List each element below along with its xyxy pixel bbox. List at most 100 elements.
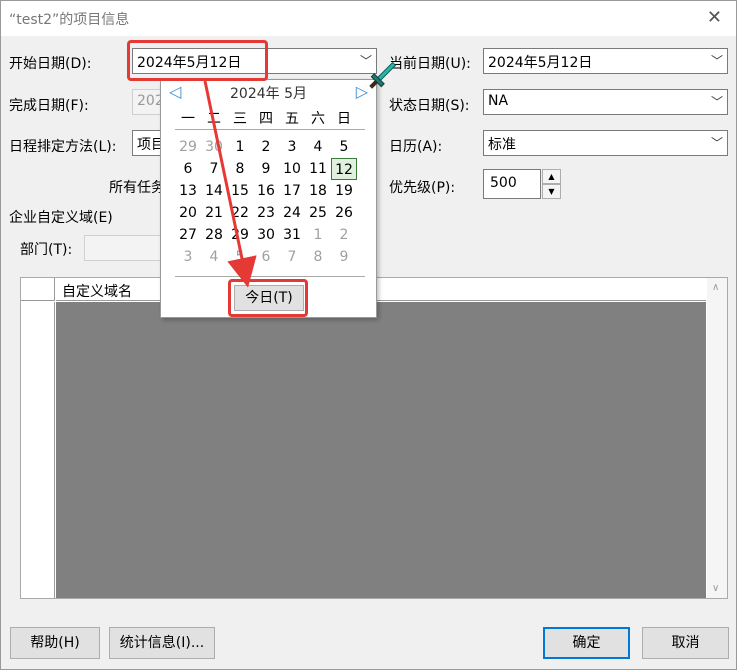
custom-fields-grid: 自定义域名 ∧ ∨	[20, 277, 728, 599]
calendar-day[interactable]: 30	[253, 224, 279, 246]
dept-input[interactable]	[84, 235, 164, 261]
calendar-day[interactable]: 21	[201, 202, 227, 224]
status-date-label: 状态日期(S):	[389, 98, 470, 114]
window-title: “test2”的项目信息	[9, 12, 130, 28]
current-date-combo[interactable]: 2024年5月12日 ﹀	[483, 48, 728, 74]
calendar-day-grid: 29 30 1 2 3 4 5 6 7 8 9 10 11 12 13 14 15 16 17 18 19 20 21 22 2…	[175, 136, 365, 268]
calendar-day-selected[interactable]: 12	[331, 158, 357, 180]
row-selector-column	[21, 302, 55, 598]
calendar-day[interactable]: 22	[227, 202, 253, 224]
column-header[interactable]: 自定义域名	[56, 278, 706, 301]
calendar-day[interactable]: 28	[201, 224, 227, 246]
chevron-down-icon[interactable]: ﹀	[711, 93, 723, 110]
chevron-down-icon[interactable]: ﹀	[711, 52, 723, 69]
calendar-day[interactable]: 6	[175, 158, 201, 180]
finish-date-label: 完成日期(F):	[9, 98, 89, 114]
schedule-from-combo[interactable]: 项目	[132, 130, 165, 156]
calendar-week-row: 3456789	[175, 246, 365, 268]
calendar-day[interactable]: 17	[279, 180, 305, 202]
calendar-day[interactable]: 27	[175, 224, 201, 246]
title-bar: “test2”的项目信息 ✕	[1, 1, 736, 36]
calendar-day[interactable]: 19	[331, 180, 357, 202]
calendar-day[interactable]: 4	[305, 136, 331, 158]
calendar-day[interactable]: 29	[175, 136, 201, 158]
calendar-day[interactable]: 2	[331, 224, 357, 246]
status-date-combo[interactable]: NA ﹀	[483, 89, 728, 115]
spin-down-icon[interactable]: ▼	[542, 184, 561, 199]
weekday-label: 五	[285, 111, 299, 127]
current-date-label: 当前日期(U):	[389, 56, 471, 72]
finish-date-combo: 202	[132, 89, 164, 115]
calendar-day[interactable]: 8	[227, 158, 253, 180]
calendar-day[interactable]: 10	[279, 158, 305, 180]
scroll-up-icon[interactable]: ∧	[712, 282, 719, 293]
priority-stepper: ▲ ▼	[542, 169, 561, 199]
today-button[interactable]: 今日(T)	[234, 285, 304, 311]
close-icon[interactable]: ✕	[707, 7, 722, 28]
project-info-dialog: “test2”的项目信息 ✕ 开始日期(D): 2024年5月12日 ﹀ 完成日…	[0, 0, 737, 670]
status-date-value: NA	[488, 93, 509, 109]
cancel-button[interactable]: 取消	[642, 627, 729, 659]
vertical-scrollbar[interactable]: ∧ ∨	[707, 278, 727, 598]
date-picker-popup: ◁ 2024年 5月 ▷ 一二三四五六日 29 30 1 2 3 4 5 6 7 8 9 10 11 12…	[160, 79, 377, 318]
calendar-day[interactable]: 16	[253, 180, 279, 202]
calendar-week-row: 29 30 1 2 3 4 5	[175, 136, 365, 158]
calendar-week-row: 6 7 8 9 10 11 12	[175, 158, 365, 180]
ok-button[interactable]: 确定	[543, 627, 630, 659]
weekday-label: 二	[207, 111, 221, 127]
calendar-day[interactable]: 30	[201, 136, 227, 158]
calendar-day[interactable]: 3	[175, 246, 201, 268]
calendar-day[interactable]: 1	[305, 224, 331, 246]
calendar-day[interactable]: 3	[279, 136, 305, 158]
calendar-day[interactable]: 26	[331, 202, 357, 224]
calendar-day[interactable]: 6	[253, 246, 279, 268]
calendar-day[interactable]: 18	[305, 180, 331, 202]
calendar-day[interactable]: 24	[279, 202, 305, 224]
weekday-label: 三	[233, 111, 247, 127]
weekday-header: 一二三四五六日	[175, 108, 365, 130]
calendar-value: 标准	[488, 137, 516, 153]
calendar-day[interactable]: 5	[331, 136, 357, 158]
calendar-week-row: 27 28 29 30 31 1 2	[175, 224, 365, 246]
dept-label: 部门(T):	[20, 242, 73, 258]
grid-empty-area	[56, 302, 706, 598]
sword-cursor-icon	[369, 61, 397, 89]
help-button[interactable]: 帮助(H)	[10, 627, 100, 659]
calendar-day[interactable]: 4	[201, 246, 227, 268]
calendar-day[interactable]: 29	[227, 224, 253, 246]
priority-input[interactable]: 500	[483, 169, 541, 199]
calendar-day[interactable]: 15	[227, 180, 253, 202]
calendar-day[interactable]: 25	[305, 202, 331, 224]
calendar-day[interactable]: 14	[201, 180, 227, 202]
weekday-label: 四	[259, 111, 273, 127]
weekday-label: 日	[337, 111, 351, 127]
calendar-day[interactable]: 20	[175, 202, 201, 224]
schedule-from-label: 日程排定方法(L):	[9, 139, 117, 155]
calendar-day[interactable]: 9	[253, 158, 279, 180]
calendar-week-row: 13 14 15 16 17 18 19	[175, 180, 365, 202]
spin-up-icon[interactable]: ▲	[542, 169, 561, 184]
calendar-day[interactable]: 11	[305, 158, 331, 180]
calendar-day[interactable]: 31	[279, 224, 305, 246]
current-date-value: 2024年5月12日	[488, 55, 593, 71]
calendar-month-title[interactable]: 2024年 5月	[161, 83, 376, 103]
scroll-down-icon[interactable]: ∨	[712, 583, 719, 594]
calendar-day[interactable]: 5	[227, 246, 253, 268]
calendar-day[interactable]: 2	[253, 136, 279, 158]
calendar-day[interactable]: 13	[175, 180, 201, 202]
statistics-button[interactable]: 统计信息(I)...	[109, 627, 215, 659]
start-date-combo[interactable]: 2024年5月12日 ﹀	[132, 48, 377, 74]
calendar-header: ◁ 2024年 5月 ▷	[161, 80, 376, 104]
calendar-day[interactable]: 9	[331, 246, 357, 268]
calendar-label: 日历(A):	[389, 139, 443, 155]
calendar-day[interactable]: 8	[305, 246, 331, 268]
calendar-combo[interactable]: 标准 ﹀	[483, 130, 728, 156]
calendar-day[interactable]: 23	[253, 202, 279, 224]
calendar-day[interactable]: 1	[227, 136, 253, 158]
chevron-down-icon[interactable]: ﹀	[711, 134, 723, 151]
priority-label: 优先级(P):	[389, 180, 456, 196]
calendar-day[interactable]: 7	[201, 158, 227, 180]
calendar-day[interactable]: 7	[279, 246, 305, 268]
custom-field-name-header: 自定义域名	[62, 284, 132, 300]
row-select-header[interactable]	[21, 278, 55, 301]
